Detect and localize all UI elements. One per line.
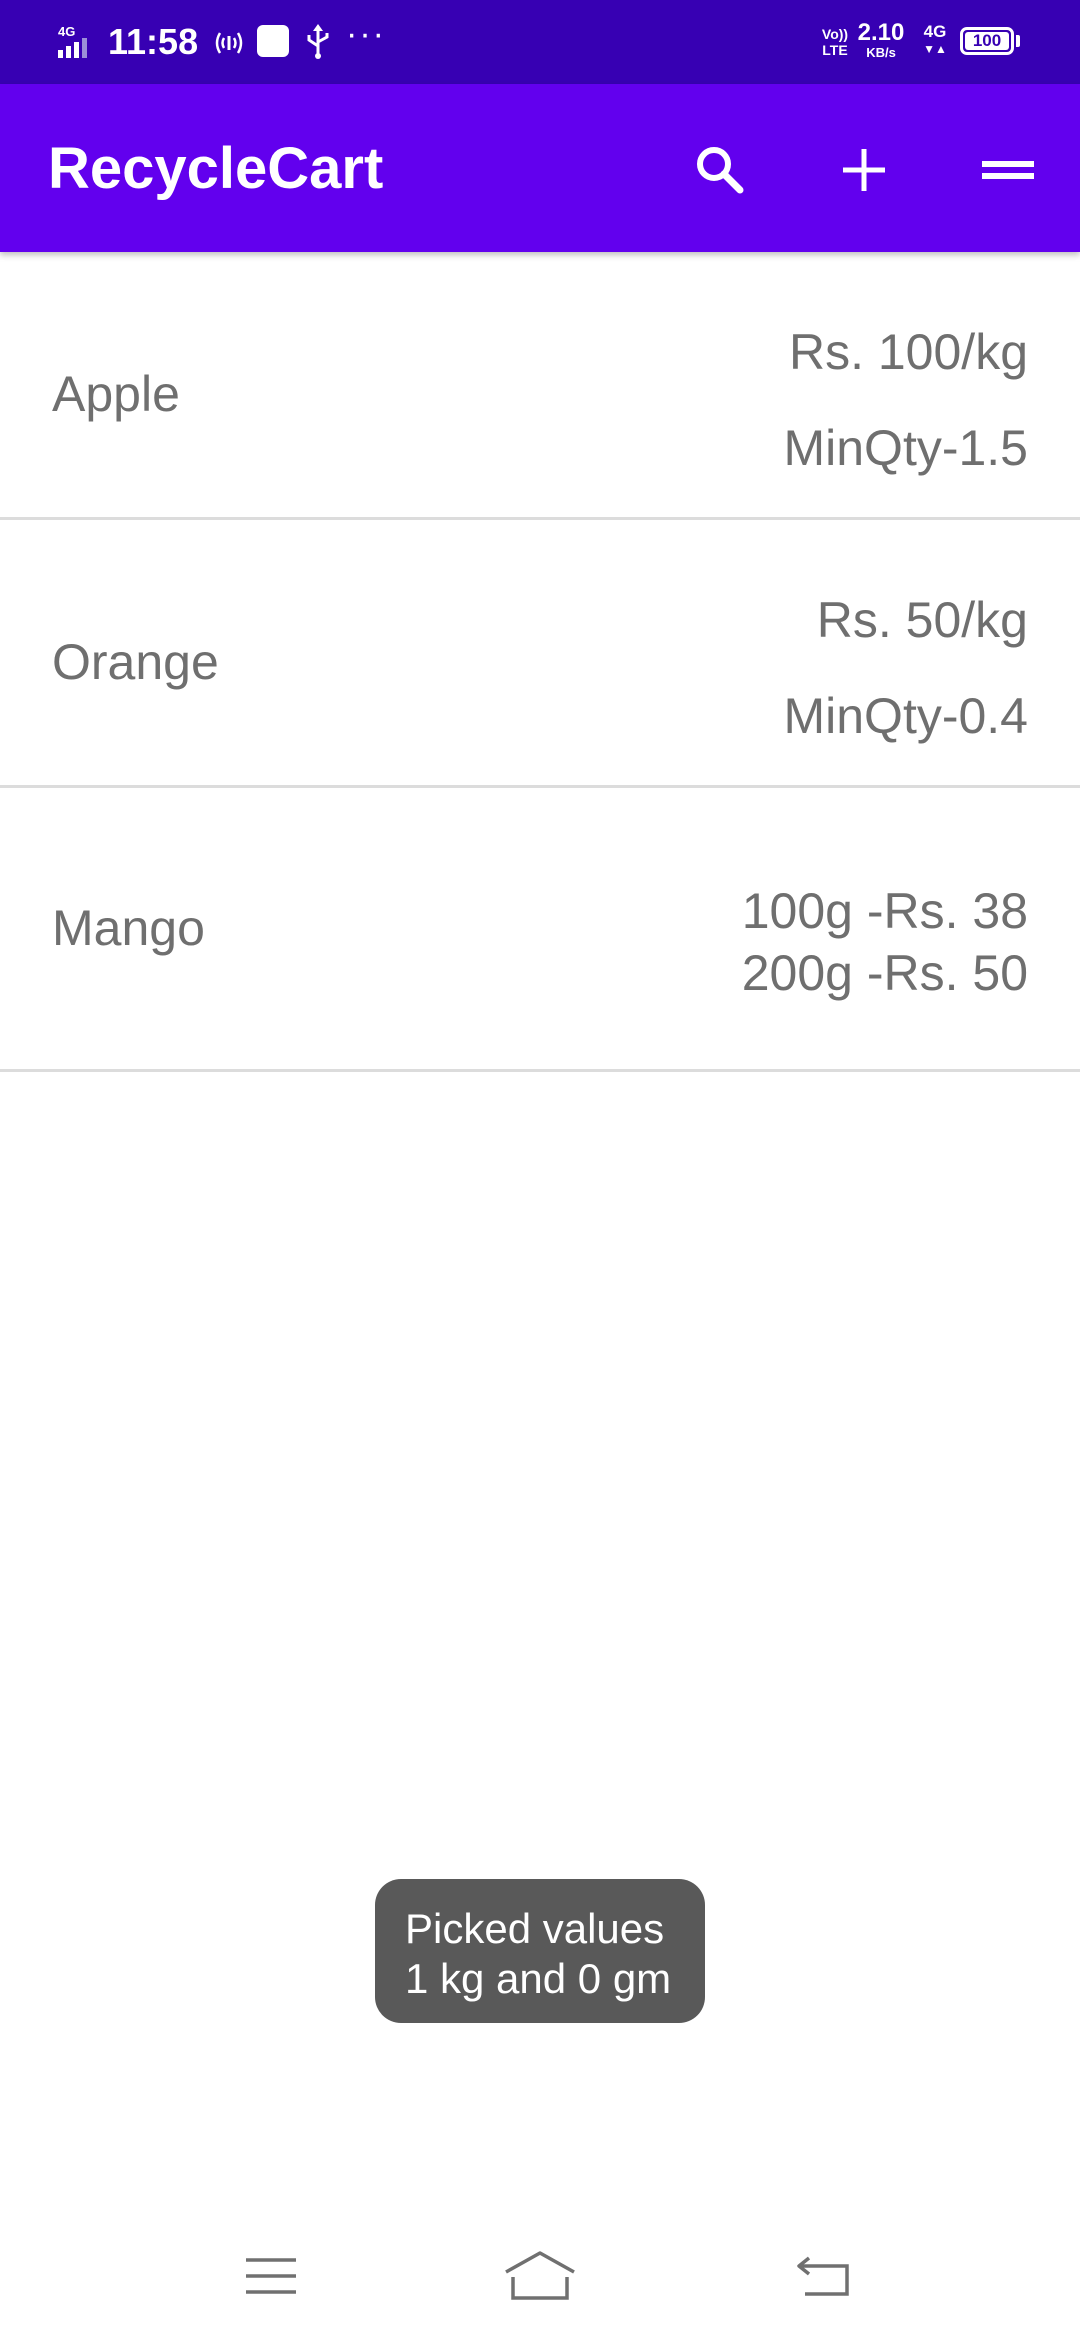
search-icon (697, 147, 744, 194)
app-bar: RecycleCart (0, 84, 1080, 252)
nav-back-button[interactable] (774, 2240, 874, 2312)
nav-menu-button[interactable] (221, 2240, 321, 2312)
mobile-data-label: 4G (923, 22, 947, 41)
status-time: 11:58 (108, 21, 199, 62)
nav-home-button[interactable] (490, 2240, 590, 2312)
product-min-qty: MinQty-1.5 (783, 420, 1028, 476)
network-speed-value: 2.10 (857, 19, 905, 46)
toast-line: Picked values (405, 1905, 665, 1952)
product-pricing: Rs. 100/kg MinQty-1.5 (783, 304, 1028, 496)
network-speed-unit: KB/s (866, 45, 896, 60)
product-pricing: 100g -Rs. 38 200g -Rs. 50 (742, 880, 1028, 1004)
list-item[interactable]: Apple Rs. 100/kg MinQty-1.5 (0, 252, 1080, 520)
mobile-data-icon: 4G ▼▲ (920, 22, 950, 56)
search-button[interactable] (678, 128, 762, 212)
battery-icon: 100 (960, 27, 1014, 55)
lte-label: LTE (822, 42, 848, 58)
product-price: Rs. 50/kg (816, 592, 1028, 648)
list-item[interactable]: Orange Rs. 50/kg MinQty-0.4 (0, 520, 1080, 788)
menu-button[interactable] (966, 128, 1050, 212)
home-icon (505, 2251, 575, 2300)
product-price-tier: 200g -Rs. 50 (741, 945, 1028, 1001)
signal-4g-icon: 4G (58, 24, 87, 58)
app-title: RecycleCart (48, 136, 384, 201)
list-item[interactable]: Mango 100g -Rs. 38 200g -Rs. 50 (0, 788, 1080, 1072)
product-min-qty: MinQty-0.4 (783, 688, 1028, 744)
menu-icon (982, 161, 1034, 179)
more-notifications-icon: ··· (346, 15, 386, 53)
product-price: Rs. 100/kg (788, 324, 1028, 380)
battery-level: 100 (965, 32, 1009, 50)
battery-tip (1016, 35, 1020, 47)
add-button[interactable] (822, 128, 906, 212)
volte-icon: Vo)) LTE (820, 26, 850, 58)
product-name: Mango (52, 900, 205, 956)
toast-message: Picked values 1 kg and 0 gm (375, 1879, 705, 2023)
status-bar: 4G 11:58 ··· Vo)) LTE 2.10 KB/s 4G ▼▲ 10… (0, 0, 1080, 84)
product-pricing: Rs. 50/kg MinQty-0.4 (783, 572, 1028, 764)
product-price-tier: 100g -Rs. 38 (741, 883, 1028, 939)
app-notification-icon (257, 25, 289, 57)
volte-label: Vo)) (821, 26, 849, 42)
product-name: Apple (52, 366, 180, 422)
hotspot-icon (215, 32, 243, 54)
data-activity-icon: ▼▲ (923, 42, 947, 56)
usb-icon (307, 24, 329, 59)
toast-line: 1 kg and 0 gm (405, 1955, 672, 2002)
product-name: Orange (52, 634, 219, 690)
menu-icon (246, 2258, 296, 2294)
product-list: Apple Rs. 100/kg MinQty-1.5 Orange Rs. 5… (0, 252, 1080, 1072)
add-icon (843, 149, 885, 191)
back-icon (797, 2256, 849, 2296)
network-speed: 2.10 KB/s (856, 20, 906, 60)
svg-text:4G: 4G (58, 24, 75, 39)
